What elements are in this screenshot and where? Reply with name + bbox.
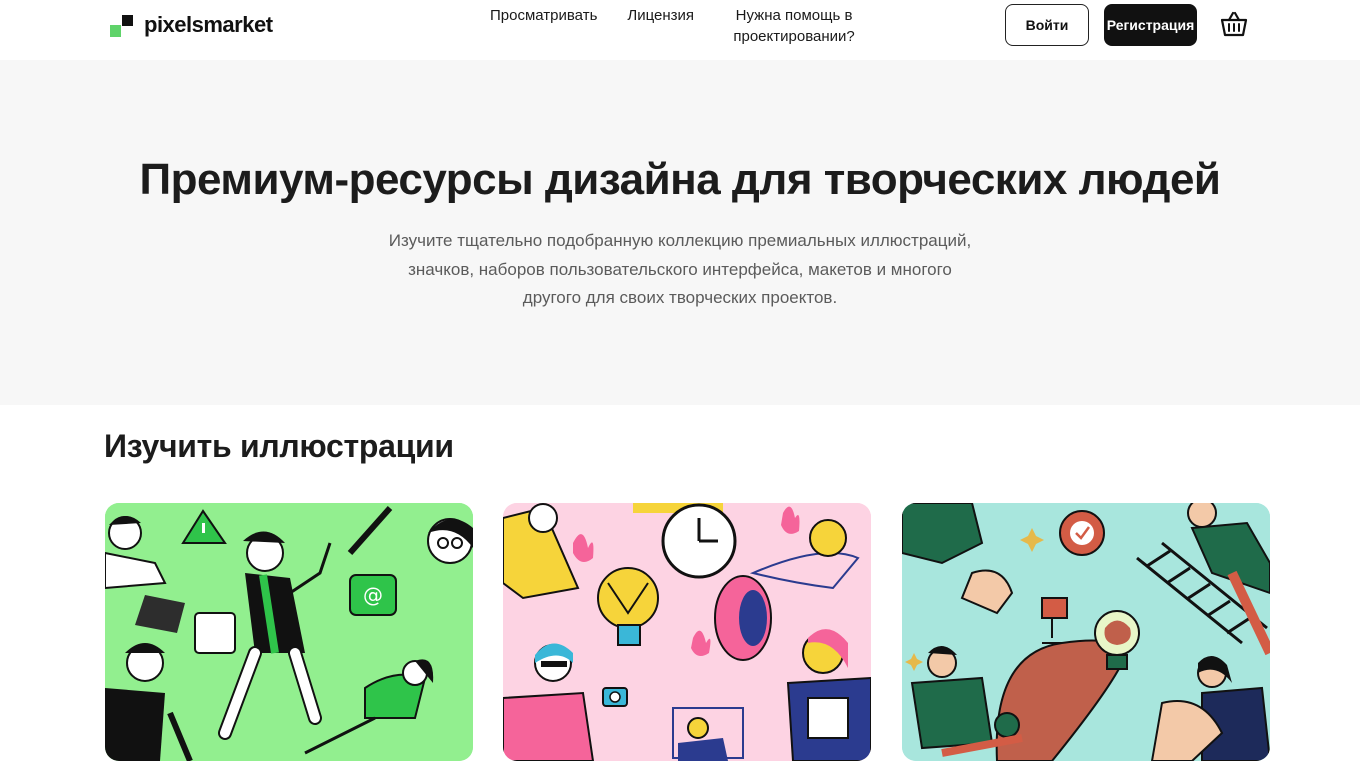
signup-button[interactable]: Регистрация <box>1104 4 1197 46</box>
brand-logo[interactable]: pixelsmarket <box>110 12 273 38</box>
logo-mark-icon <box>110 13 134 37</box>
section-title: Изучить иллюстрации <box>104 428 454 464</box>
hero-title: Премиум-ресурсы дизайна для творческих л… <box>139 155 1221 204</box>
hero-subtitle: Изучите тщательно подобранную коллекцию … <box>388 231 972 307</box>
illustration-people-office-image: @ <box>105 503 473 761</box>
illustration-card[interactable] <box>902 503 1270 761</box>
hero-section: Премиум-ресурсы дизайна для творческих л… <box>0 60 1360 405</box>
site-header: pixelsmarket Просматривать Лицензия Нужн… <box>0 0 1360 60</box>
nav-item-design-help[interactable]: Нужна помощь в проектировании? <box>724 5 864 47</box>
login-button[interactable]: Войти <box>1005 4 1089 46</box>
nav-item-browse[interactable]: Просматривать <box>490 5 597 47</box>
basket-icon[interactable] <box>1220 10 1248 38</box>
main-nav: Просматривать Лицензия Нужна помощь в пр… <box>490 5 864 47</box>
illustration-teamwork-image <box>902 503 1270 761</box>
illustration-card[interactable] <box>503 503 871 761</box>
brand-name: pixelsmarket <box>144 12 273 37</box>
illustration-creative-ideas-image <box>503 503 871 761</box>
svg-text:@: @ <box>363 583 383 607</box>
nav-item-license[interactable]: Лицензия <box>627 5 694 47</box>
illustration-card[interactable]: @ <box>105 503 473 761</box>
